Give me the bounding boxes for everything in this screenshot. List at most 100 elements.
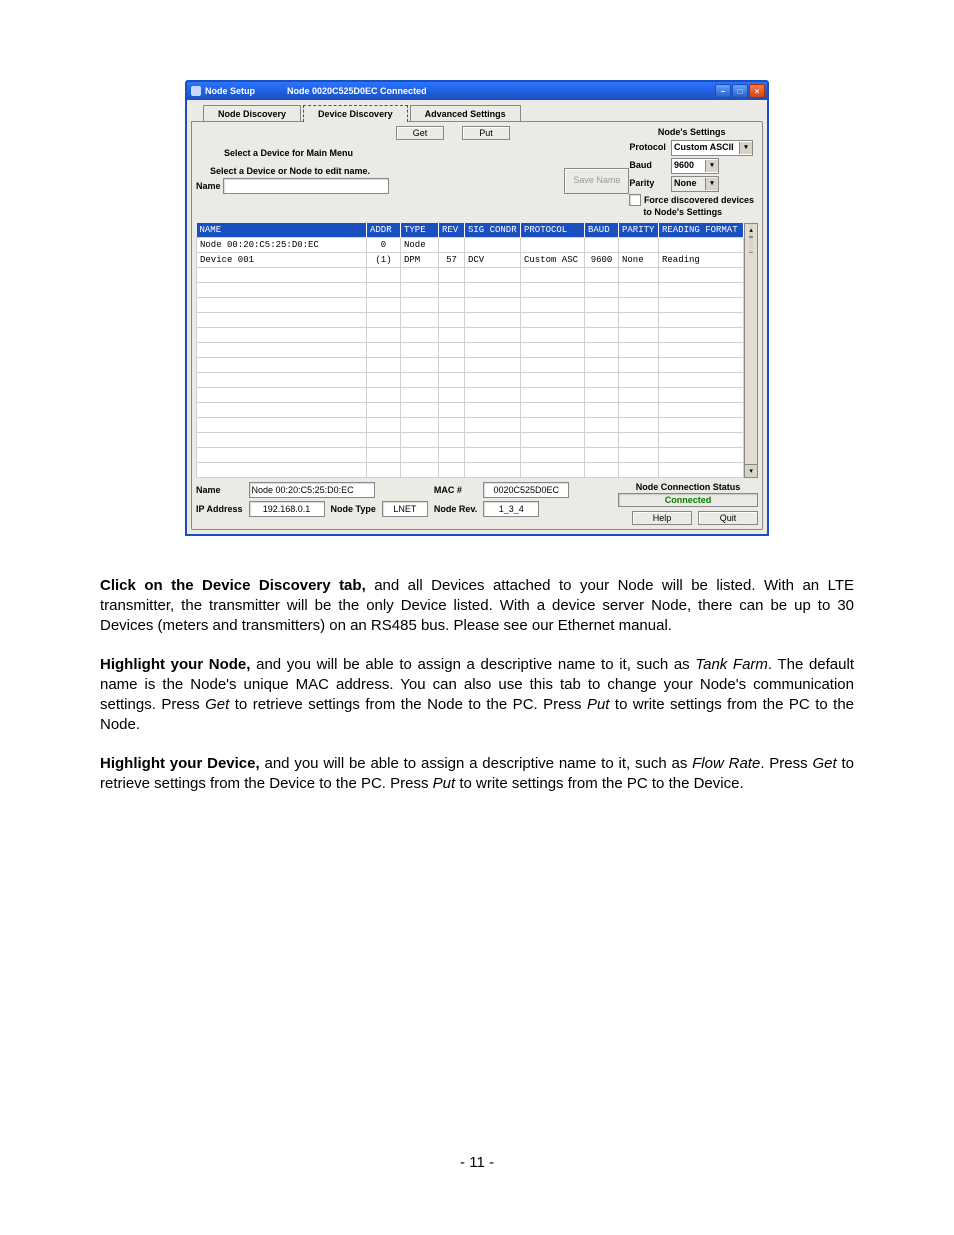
cell: DPM — [401, 252, 439, 267]
cell — [585, 282, 619, 297]
table-row[interactable] — [197, 372, 744, 387]
cell — [367, 312, 401, 327]
cell — [197, 402, 367, 417]
scroll-down-icon[interactable]: ▾ — [745, 464, 757, 477]
footer-nodetype-label: Node Type — [331, 504, 376, 514]
footer-ip-input[interactable] — [249, 501, 325, 517]
cell — [585, 417, 619, 432]
col-type[interactable]: TYPE — [401, 223, 439, 238]
cell — [401, 312, 439, 327]
col-sigcondr[interactable]: SIG CONDR — [465, 223, 521, 238]
cell — [659, 327, 744, 342]
titlebar[interactable]: Node Setup Node 0020C525D0EC Connected –… — [187, 82, 767, 100]
footer-nodetype-input[interactable] — [382, 501, 428, 517]
table-row[interactable] — [197, 357, 744, 372]
node-settings-box: Node's Settings Protocol Custom ASCII▾ B… — [629, 126, 754, 219]
cell — [619, 342, 659, 357]
maximize-button[interactable]: □ — [732, 84, 748, 98]
table-row[interactable] — [197, 312, 744, 327]
select-device-main-label: Select a Device for Main Menu — [224, 148, 629, 158]
table-row[interactable] — [197, 447, 744, 462]
p3-b: and you will be able to assign a descrip… — [260, 755, 692, 772]
table-row[interactable] — [197, 297, 744, 312]
cell — [439, 432, 465, 447]
col-parity[interactable]: PARITY — [619, 223, 659, 238]
cell — [659, 297, 744, 312]
table-row[interactable] — [197, 387, 744, 402]
table-row[interactable] — [197, 267, 744, 282]
cell — [367, 282, 401, 297]
table-row[interactable] — [197, 462, 744, 477]
cell — [465, 342, 521, 357]
name-input[interactable] — [223, 178, 389, 194]
col-reading-format[interactable]: READING FORMAT — [659, 223, 744, 238]
col-name[interactable]: NAME — [197, 223, 367, 238]
baud-select[interactable]: 9600▾ — [671, 158, 719, 174]
vertical-scrollbar[interactable]: ▴ ▾ — [744, 223, 758, 478]
table-row[interactable] — [197, 282, 744, 297]
cell — [367, 327, 401, 342]
footer-name-input[interactable] — [249, 482, 375, 498]
table-row[interactable] — [197, 402, 744, 417]
col-rev[interactable]: REV — [439, 223, 465, 238]
cell — [521, 342, 585, 357]
cell — [401, 282, 439, 297]
quit-button[interactable]: Quit — [698, 511, 758, 525]
cell — [197, 312, 367, 327]
footer-noderev-input[interactable] — [483, 501, 539, 517]
table-row[interactable] — [197, 417, 744, 432]
cell — [619, 357, 659, 372]
cell — [439, 402, 465, 417]
device-grid[interactable]: NAME ADDR TYPE REV SIG CONDR PROTOCOL BA… — [196, 223, 744, 478]
p3-lead: Highlight your Device, — [100, 755, 260, 772]
help-button[interactable]: Help — [632, 511, 692, 525]
cell — [439, 267, 465, 282]
cell — [585, 267, 619, 282]
cell — [439, 372, 465, 387]
get-button[interactable]: Get — [396, 126, 445, 140]
cell — [197, 282, 367, 297]
footer-mac-input[interactable] — [483, 482, 569, 498]
cell — [659, 237, 744, 252]
cell — [585, 462, 619, 477]
table-row[interactable] — [197, 432, 744, 447]
chevron-down-icon: ▾ — [705, 178, 718, 190]
p3-c: Flow Rate — [692, 755, 760, 772]
cell — [401, 372, 439, 387]
cell — [465, 417, 521, 432]
cell — [197, 342, 367, 357]
table-row[interactable] — [197, 327, 744, 342]
tab-advanced-settings[interactable]: Advanced Settings — [410, 105, 521, 122]
cell — [465, 282, 521, 297]
cell — [585, 342, 619, 357]
cell — [659, 312, 744, 327]
table-row[interactable] — [197, 342, 744, 357]
protocol-select[interactable]: Custom ASCII▾ — [671, 140, 753, 156]
cell — [367, 372, 401, 387]
close-button[interactable]: × — [749, 84, 765, 98]
cell — [197, 447, 367, 462]
table-row[interactable]: Device 001(1)DPM57DCVCustom ASC9600NoneR… — [197, 252, 744, 267]
minimize-button[interactable]: – — [715, 84, 731, 98]
cell — [521, 327, 585, 342]
cell — [197, 417, 367, 432]
cell — [619, 237, 659, 252]
cell — [521, 282, 585, 297]
window-title-prefix: Node Setup — [205, 86, 255, 96]
put-button[interactable]: Put — [462, 126, 510, 140]
col-protocol[interactable]: PROTOCOL — [521, 223, 585, 238]
col-baud[interactable]: BAUD — [585, 223, 619, 238]
app-icon — [191, 86, 201, 96]
col-addr[interactable]: ADDR — [367, 223, 401, 238]
cell — [585, 312, 619, 327]
cell — [197, 357, 367, 372]
tab-node-discovery[interactable]: Node Discovery — [203, 105, 301, 122]
tab-device-discovery[interactable]: Device Discovery — [303, 105, 408, 122]
force-discovered-checkbox[interactable] — [629, 194, 641, 206]
cell — [521, 237, 585, 252]
scroll-up-icon[interactable]: ▴ — [749, 224, 753, 237]
table-row[interactable]: Node 00:20:C5:25:D0:EC0Node — [197, 237, 744, 252]
cell — [401, 432, 439, 447]
scroll-thumb[interactable] — [749, 237, 753, 253]
cell — [367, 402, 401, 417]
